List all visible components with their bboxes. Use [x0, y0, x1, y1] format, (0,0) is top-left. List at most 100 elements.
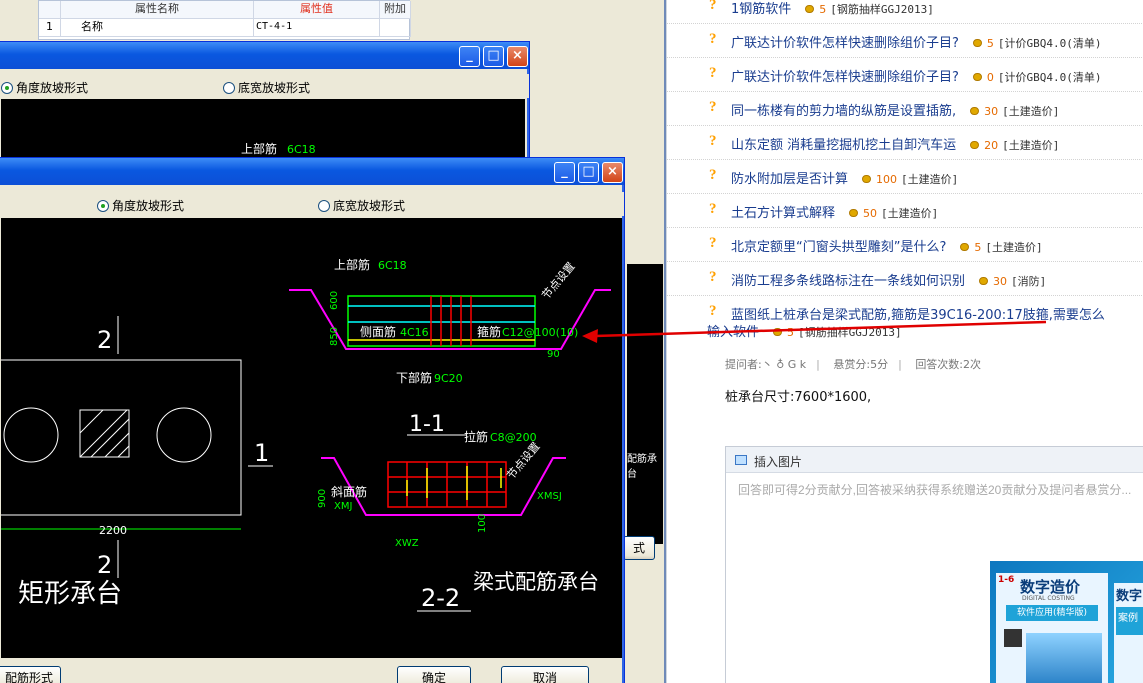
section-mark-bottom: 2	[97, 551, 112, 579]
answer-toolbar: 插入图片	[726, 447, 1143, 473]
question-title[interactable]: 山东定额 消耗量挖掘机挖土自卸汽车运 20 [土建造价]	[731, 134, 1059, 153]
front-dialog: _ □ × 角度放坡形式 底宽放坡形式 2 2 1 2200 矩形承台 上部筋 …	[0, 157, 625, 683]
xmsj-label: XMSJ	[537, 491, 562, 502]
question-title[interactable]: 同一栋楼有的剪力墙的纵筋是设置插筋, 30 [土建造价]	[731, 100, 1059, 119]
question-mark-icon: ?	[709, 31, 717, 47]
row-number: 1	[39, 19, 61, 37]
property-value-cell[interactable]: CT-4-1	[254, 19, 380, 37]
back-dialog-radio-row: 角度放坡形式 底宽放坡形式	[0, 74, 529, 98]
row-number-header	[39, 1, 61, 19]
question-title-continuation[interactable]: 输入软件 5 [钢筋抽样GGJ2013]	[707, 321, 902, 340]
question-list-item[interactable]: ? 土石方计算式解释 50 [土建造价]	[667, 194, 1143, 228]
property-table: 属性名称 属性值 附加 1 名称 CT-4-1	[38, 0, 411, 40]
qa-webpage: ? 1钢筋软件 5 [钢筋抽样GGJ2013]? 广联达计价软件怎样快速删除组价子目? 5…	[666, 0, 1143, 683]
radio-bottom-width-slope[interactable]: 底宽放坡形式	[318, 197, 405, 214]
desktop-app-area: 属性名称 属性值 附加 1 名称 CT-4-1 _ □ × 角度放坡形式 底宽放…	[0, 0, 666, 683]
minimize-button[interactable]: _	[459, 46, 480, 67]
section-mark-top: 2	[97, 326, 112, 354]
back-dialog-titlebar[interactable]: _ □ ×	[0, 42, 529, 69]
question-title[interactable]: 广联达计价软件怎样快速删除组价子目? 5 [计价GBQ4.0(清单)	[731, 32, 1102, 51]
question-category[interactable]: [计价GBQ4.0(清单)	[998, 71, 1102, 84]
question-category[interactable]: [土建造价]	[901, 173, 958, 186]
radio-dot-icon	[318, 200, 330, 212]
question-score: 0	[986, 71, 994, 84]
magazine-ad-image[interactable]: 1-6 数字造价 DIGITAL COSTING 软件应用(精华版) 数字 案例	[990, 561, 1143, 683]
coin-icon	[972, 39, 982, 47]
question-category[interactable]: [钢筋抽样GGJ2013]	[830, 3, 934, 16]
asker[interactable]: 提问者:丶 ♁ G k	[725, 358, 806, 371]
minimize-button[interactable]: _	[554, 162, 575, 183]
coin-icon	[970, 107, 980, 115]
cancel-button[interactable]: 取消	[501, 666, 589, 683]
question-title[interactable]: 土石方计算式解释 50 [土建造价]	[731, 202, 938, 221]
section22-title: 2-2	[421, 584, 460, 612]
question-category[interactable]: [土建造价]	[985, 241, 1042, 254]
coin-icon	[862, 175, 872, 183]
question-list-item[interactable]: ? 北京定额里“门窗头拱型雕刻”是什么? 5 [土建造价]	[667, 228, 1143, 262]
front-dialog-titlebar[interactable]: _ □ ×	[0, 158, 624, 185]
rect-cap-title: 矩形承台	[18, 579, 122, 609]
xwz-label: XWZ	[395, 538, 419, 549]
rebar-form-button[interactable]: 配筋形式	[0, 666, 61, 683]
question-title[interactable]: 广联达计价软件怎样快速删除组价子目? 0 [计价GBQ4.0(清单)	[731, 66, 1102, 85]
coin-icon	[979, 277, 989, 285]
question-category[interactable]: [计价GBQ4.0(清单)	[998, 37, 1102, 50]
dim-900: 900	[317, 489, 328, 508]
question-category[interactable]: [土建造价]	[881, 207, 938, 220]
insert-image-button[interactable]: 插入图片	[754, 453, 802, 470]
side-rebar-value: 4C16	[400, 326, 429, 339]
radio-angle-slope[interactable]: 角度放坡形式	[97, 197, 184, 214]
question-category[interactable]: [土建造价]	[1002, 105, 1059, 118]
question-list-item[interactable]: ? 1钢筋软件 5 [钢筋抽样GGJ2013]	[667, 0, 1143, 24]
section22-rebars	[388, 462, 506, 507]
coin-icon	[972, 73, 982, 81]
radio-dot-icon	[97, 200, 109, 212]
question-title[interactable]: 北京定额里“门窗头拱型雕刻”是什么? 5 [土建造价]	[731, 236, 1043, 255]
question-list-item[interactable]: ? 广联达计价软件怎样快速删除组价子目? 5 [计价GBQ4.0(清单)	[667, 24, 1143, 58]
question-list-item[interactable]: ? 同一栋楼有的剪力墙的纵筋是设置插筋, 30 [土建造价]	[667, 92, 1143, 126]
question-list-item[interactable]: ? 防水附加层是否计算 100 [土建造价]	[667, 160, 1143, 194]
question-list-item[interactable]: ? 广联达计价软件怎样快速删除组价子目? 0 [计价GBQ4.0(清单)	[667, 58, 1143, 92]
question-body: 桩承台尺寸:7600*1600,	[725, 390, 872, 405]
coin-icon	[960, 243, 970, 251]
maximize-button[interactable]: □	[483, 46, 504, 67]
question-score: 5	[819, 3, 827, 16]
back-partial-button[interactable]: 式	[623, 536, 655, 560]
coin-icon	[970, 141, 980, 149]
radio-bottom-width-slope[interactable]: 底宽放坡形式	[223, 79, 310, 96]
front-dialog-radio-row: 角度放坡形式 底宽放坡形式	[0, 192, 624, 216]
header-property-name: 属性名称	[61, 1, 254, 19]
side-rebar-label: 侧面筋	[360, 324, 396, 339]
coin-icon	[805, 5, 815, 13]
maximize-button[interactable]: □	[578, 162, 599, 183]
question-mark-icon: ?	[709, 65, 717, 81]
question-category[interactable]: [土建造价]	[1002, 139, 1059, 152]
dim-600: 600	[329, 291, 340, 310]
question-title[interactable]: 防水附加层是否计算 100 [土建造价]	[731, 168, 958, 187]
question-list-item[interactable]: ? 山东定额 消耗量挖掘机挖土自卸汽车运 20 [土建造价]	[667, 126, 1143, 160]
answer-count: 回答次数:2次	[915, 358, 982, 371]
extra-checkbox-cell[interactable]	[380, 19, 411, 37]
question-mark-icon: ?	[709, 303, 717, 319]
property-name-cell[interactable]: 名称	[61, 19, 254, 37]
radio-angle-slope[interactable]: 角度放坡形式	[1, 79, 88, 96]
node-setting-11: 节点设置	[539, 260, 577, 302]
close-button[interactable]: ×	[602, 162, 623, 183]
question-title[interactable]: 1钢筋软件 5 [钢筋抽样GGJ2013]	[731, 0, 934, 17]
side-cap-label: 配筋承台	[627, 454, 657, 480]
second-magazine: 数字 案例	[1114, 583, 1143, 683]
question-score: 50	[863, 207, 878, 220]
section-mark-right: 1	[254, 439, 269, 467]
question-mark-icon: ?	[709, 133, 717, 149]
question-score: 5	[974, 241, 982, 254]
radio-dot-icon	[1, 82, 13, 94]
section11-title: 1-1	[409, 412, 445, 437]
question-list-item[interactable]: ? 消防工程多条线路标注在一条线如何识别 30 [消防]	[667, 262, 1143, 296]
image-icon[interactable]	[735, 455, 747, 465]
question-title[interactable]: 消防工程多条线路标注在一条线如何识别 30 [消防]	[731, 270, 1046, 289]
close-button[interactable]: ×	[507, 46, 528, 67]
ok-button[interactable]: 确定	[397, 666, 471, 683]
node-setting-22: 节点设置	[504, 440, 542, 482]
radio-dot-icon	[223, 82, 235, 94]
question-category[interactable]: [消防]	[1011, 275, 1046, 288]
